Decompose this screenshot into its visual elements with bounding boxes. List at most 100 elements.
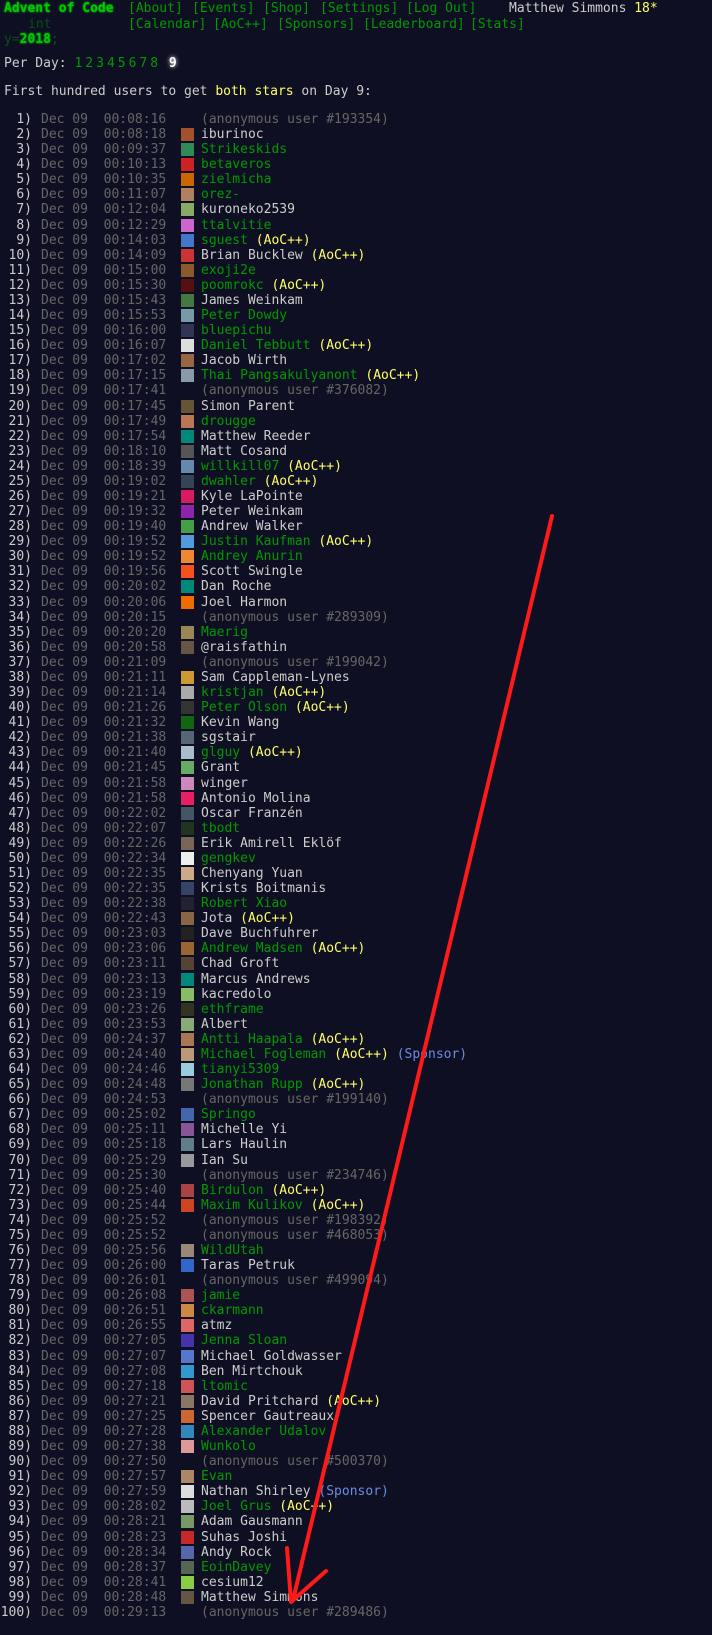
nav-calendar[interactable]: [Calendar] (128, 17, 206, 32)
user-name[interactable]: tianyi5309 (201, 1062, 279, 1077)
user-name[interactable]: tbodt (201, 821, 240, 836)
user-name[interactable]: willkill07 (201, 459, 279, 474)
user-name[interactable]: Springo (201, 1107, 256, 1122)
aoc-supporter-badge[interactable]: (AoC++) (240, 911, 295, 926)
nav-leaderboard[interactable]: [Leaderboard] (363, 17, 465, 32)
nav-sponsors[interactable]: [Sponsors] (277, 17, 355, 32)
aoc-supporter-badge[interactable]: (AoC++) (256, 233, 311, 248)
nav-events[interactable]: [Events] (192, 1, 255, 16)
user-name[interactable]: ckarmann (201, 1303, 264, 1318)
user-name[interactable]: Evan (201, 1469, 232, 1484)
user-name[interactable]: glguy (201, 745, 240, 760)
aoc-supporter-badge[interactable]: (AoC++) (311, 1032, 366, 1047)
day-link-2[interactable]: 2 (85, 56, 93, 71)
nav-aocplusplus[interactable]: [AoC++] (213, 17, 268, 32)
day-link-5[interactable]: 5 (118, 56, 126, 71)
aoc-supporter-badge[interactable]: (AoC++) (295, 700, 350, 715)
nav-shop[interactable]: [Shop] (263, 1, 310, 16)
user-name[interactable]: bluepichu (201, 323, 271, 338)
completion-time: Dec 09 00:21:32 (41, 715, 167, 731)
user-name[interactable]: Jonathan Rupp (201, 1077, 303, 1092)
user-entry: Brian Bucklew (AoC++) (201, 248, 365, 263)
avatar (181, 248, 194, 262)
day-link-6[interactable]: 6 (129, 56, 137, 71)
user-name[interactable]: jamie (201, 1288, 240, 1303)
aoc-supporter-badge[interactable]: (AoC++) (264, 474, 319, 489)
completion-time: Dec 09 00:23:19 (41, 986, 167, 1002)
user-name[interactable]: poomrokc (201, 278, 264, 293)
user-name[interactable]: sguest (201, 233, 248, 248)
avatar (181, 1530, 194, 1544)
user-name[interactable]: Andrey Anurin (201, 549, 303, 564)
user-name[interactable]: Peter Olson (201, 700, 287, 715)
year-link[interactable]: 2018 (20, 32, 51, 47)
completion-time: Dec 09 00:22:35 (41, 881, 167, 897)
avatar (181, 882, 194, 896)
user-name[interactable]: zielmicha (201, 172, 271, 187)
aoc-supporter-badge[interactable]: (AoC++) (311, 1077, 366, 1092)
user-entry: ethframe (201, 1002, 264, 1017)
leaderboard-row: 77) Dec 09 00:26:00 Taras Petruk (0, 1258, 712, 1273)
user-name[interactable]: orez- (201, 187, 240, 202)
user-name[interactable]: Wunkolo (201, 1439, 256, 1454)
day-link-8[interactable]: 8 (150, 56, 158, 71)
user-name[interactable]: WildUtah (201, 1243, 264, 1258)
user-name[interactable]: dwahler (201, 474, 256, 489)
user-name[interactable]: drougge (201, 414, 256, 429)
aoc-supporter-badge[interactable]: (AoC++) (311, 1198, 366, 1213)
user-name[interactable]: EoinDavey (201, 1560, 271, 1575)
user-name[interactable]: Andrew Madsen (201, 941, 303, 956)
sponsor-badge[interactable]: (Sponsor) (397, 1047, 467, 1062)
user-name[interactable]: betaveros (201, 157, 271, 172)
site-title-link[interactable]: Advent of Code (4, 1, 114, 16)
user-entry: iburinoc (201, 127, 264, 142)
completion-time: Dec 09 00:27:08 (41, 1363, 167, 1379)
nav-logout[interactable]: [Log Out] (406, 1, 476, 16)
aoc-supporter-badge[interactable]: (AoC++) (311, 248, 366, 263)
user-name[interactable]: Joel Grus (201, 1499, 271, 1514)
user-name[interactable]: Michael Fogleman (201, 1047, 326, 1062)
day-link-3[interactable]: 3 (96, 56, 104, 71)
aoc-supporter-badge[interactable]: (AoC++) (326, 1394, 381, 1409)
user-name[interactable]: ltomic (201, 1379, 248, 1394)
aoc-supporter-badge[interactable]: (AoC++) (271, 278, 326, 293)
user-name[interactable]: Antti Haapala (201, 1032, 303, 1047)
aoc-supporter-badge[interactable]: (AoC++) (271, 1183, 326, 1198)
user-name[interactable]: gengkev (201, 851, 256, 866)
day-link-1[interactable]: 1 (74, 56, 82, 71)
nav-about[interactable]: [About] (128, 1, 183, 16)
aoc-supporter-badge[interactable]: (AoC++) (279, 1499, 334, 1514)
user-name[interactable]: Birdulon (201, 1183, 264, 1198)
day-link-4[interactable]: 4 (107, 56, 115, 71)
user-name[interactable]: Thai Pangsakulyanont (201, 368, 358, 383)
nav-settings[interactable]: [Settings] (320, 1, 398, 16)
aoc-supporter-badge[interactable]: (AoC++) (334, 1047, 389, 1062)
user-name[interactable]: Alexander Udalov (201, 1424, 326, 1439)
aoc-supporter-badge[interactable]: (AoC++) (318, 534, 373, 549)
user-name: Oscar Franzén (201, 805, 303, 821)
aoc-supporter-badge[interactable]: (AoC++) (287, 459, 342, 474)
aoc-supporter-badge[interactable]: (AoC++) (271, 685, 326, 700)
aoc-supporter-badge[interactable]: (AoC++) (248, 745, 303, 760)
sponsor-badge[interactable]: (Sponsor) (318, 1484, 388, 1499)
avatar (181, 1078, 194, 1092)
user-name[interactable]: Peter Dowdy (201, 308, 287, 323)
user-name[interactable]: ttalvitie (201, 218, 271, 233)
user-name[interactable]: Daniel Tebbutt (201, 338, 311, 353)
user-name[interactable]: Robert Xiao (201, 896, 287, 911)
user-name[interactable]: Strikeskids (201, 142, 287, 157)
user-name[interactable]: ethframe (201, 1002, 264, 1017)
aoc-supporter-badge[interactable]: (AoC++) (311, 941, 366, 956)
user-name[interactable]: Maxim Kulikov (201, 1198, 303, 1213)
aoc-supporter-badge[interactable]: (AoC++) (365, 368, 420, 383)
user-name[interactable]: exoji2e (201, 263, 256, 278)
user-name[interactable]: Jenna Sloan (201, 1333, 287, 1348)
user-name[interactable]: kristjan (201, 685, 264, 700)
nav-stats[interactable]: [Stats] (470, 17, 525, 32)
leaderboard-row: 96) Dec 09 00:28:34 Andy Rock (0, 1545, 712, 1560)
leaderboard-row: 39) Dec 09 00:21:14 kristjan (AoC++) (0, 685, 712, 700)
user-name[interactable]: Maerig (201, 625, 248, 640)
day-link-7[interactable]: 7 (139, 56, 147, 71)
aoc-supporter-badge[interactable]: (AoC++) (318, 338, 373, 353)
user-name[interactable]: Justin Kaufman (201, 534, 311, 549)
